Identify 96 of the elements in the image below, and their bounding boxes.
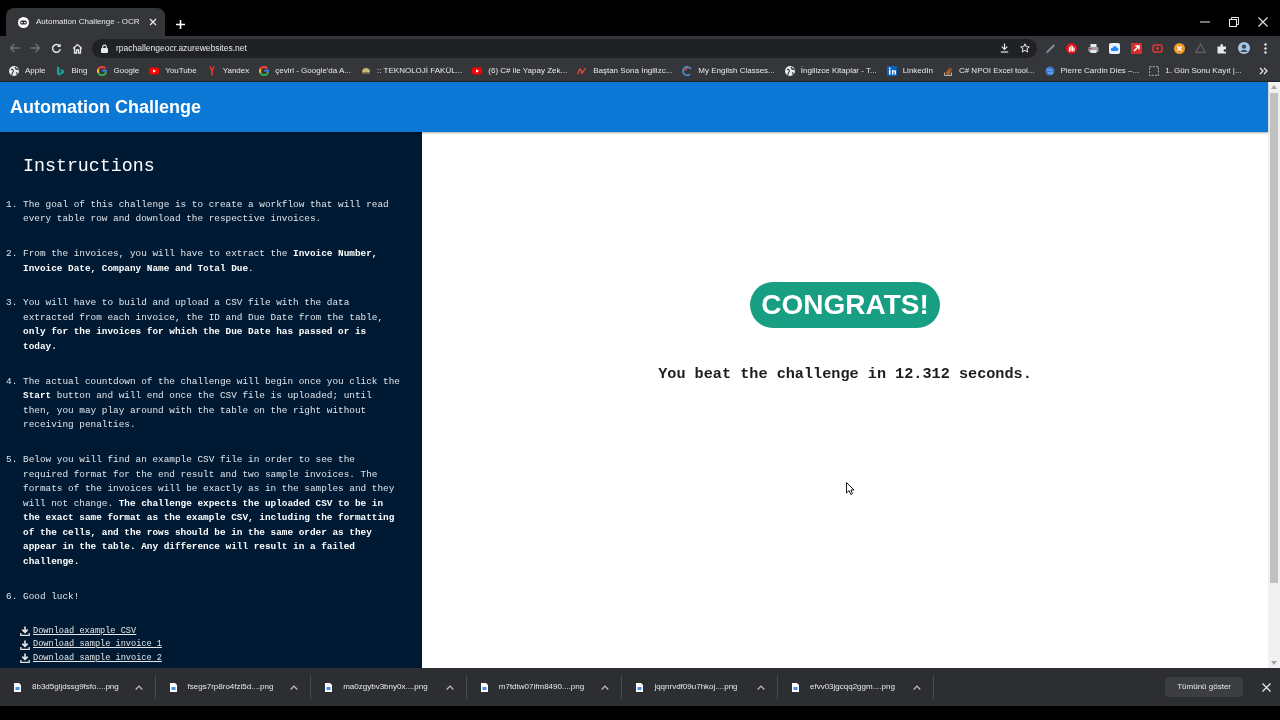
arrow-tile-icon[interactable] — [1130, 42, 1142, 54]
restore-icon[interactable] — [1229, 17, 1239, 27]
sphere-icon — [1044, 65, 1055, 76]
robot-icon — [18, 16, 29, 28]
result-message: You beat the challenge in 12.312 seconds. — [658, 365, 1032, 383]
address-bar[interactable]: rpachallengeocr.azurewebsites.net — [92, 38, 1037, 58]
download-link[interactable]: Download sample invoice 2 — [20, 651, 162, 666]
bookmark-link[interactable]: Pierre Cardin Dies –... — [1039, 60, 1145, 81]
bookmark-link[interactable]: 1. Gün Sonu Kayıt |... — [1144, 60, 1247, 81]
show-all-button[interactable]: Tümünü göster — [1165, 677, 1243, 697]
download-icon — [20, 639, 30, 650]
step-number: 3. — [6, 296, 19, 311]
file-icon — [325, 682, 333, 692]
browser-tab[interactable]: Automation Challenge - OCR — [6, 8, 165, 36]
play-icon — [149, 65, 160, 76]
globe-icon — [9, 65, 19, 76]
bookmark-link[interactable]: Google — [92, 60, 145, 81]
bookmark-link[interactable]: Baştan Sona İngilizc... — [572, 60, 678, 81]
globe-icon — [784, 65, 795, 76]
dome-icon — [361, 65, 372, 76]
square-icon — [1149, 65, 1160, 76]
download-item[interactable]: ma0zgybv3bny0x....png — [325, 681, 428, 693]
close-icon[interactable] — [149, 18, 157, 26]
caret-up-icon[interactable] — [445, 684, 454, 690]
menu-icon[interactable] — [1263, 42, 1267, 54]
puzzle-icon[interactable] — [1216, 42, 1228, 54]
download-item[interactable]: jqqnrvdf09u7hkoj....png — [636, 681, 738, 693]
file-icon — [169, 682, 177, 692]
double-chevron-icon[interactable] — [1259, 66, 1268, 75]
instruction-text: Below you will find an example CSV file in order to see the required format for the end result and two sample invoices. The formats of the invoices will be exactly as in the samples and they will not change. The challenge expects the uploaded CSV to be in the exact same format as the example CSV, including the formatting of the cells, and the rows should be in the same order as they appear in the table. Any difference will result in a failed challenge. — [23, 453, 396, 569]
cursor-icon — [846, 482, 855, 495]
reload-icon[interactable] — [51, 42, 62, 54]
ribbon-logo-icon — [55, 65, 66, 76]
instruction-text: Good luck! — [23, 589, 81, 604]
file-icon — [636, 682, 644, 692]
instructions-heading: Instructions — [23, 155, 156, 177]
bookmark-link[interactable]: Yandex — [201, 60, 255, 81]
step-number: 1. — [6, 197, 19, 212]
file-icon — [791, 682, 799, 692]
step-number: 6. — [6, 589, 19, 604]
instruction-text: From the invoices, you will have to extract the Invoice Number, Invoice Date, Company Name and Total Due. — [23, 247, 379, 276]
bookmark-link[interactable]: çeviri - Google'da A... — [254, 60, 357, 81]
stack-logo-icon — [942, 65, 953, 76]
download-link[interactable]: Download example CSV — [20, 624, 137, 639]
app-title: Automation Challenge — [9, 95, 201, 119]
ring-logo-icon — [259, 65, 270, 76]
download-icon — [20, 653, 30, 664]
bookmark-link[interactable]: LinkedIn — [881, 60, 938, 81]
instruction-text: You will have to build and upload a CSV file with the data extracted from each invoice, the ID and Due Date from the table, only for the invoices for which the Due Date has passed or is today. — [23, 296, 385, 354]
play-icon — [472, 65, 483, 76]
download-item[interactable]: efvv03jgcqq2ggm....png — [791, 681, 895, 693]
printer-icon[interactable] — [1087, 42, 1099, 54]
bookmark-link[interactable]: My English Classes... — [677, 60, 780, 81]
bookmark-link[interactable]: :: TEKNOLOJİ FAKÜL... — [356, 60, 468, 81]
scrollbar-thumb[interactable] — [1270, 93, 1278, 583]
download-icon[interactable] — [999, 43, 1009, 53]
caret-up-icon[interactable] — [912, 684, 921, 690]
bookmark-link[interactable]: Bing — [50, 60, 93, 81]
pen-icon[interactable] — [1044, 42, 1056, 54]
close-icon[interactable] — [1258, 17, 1268, 27]
instruction-text: The goal of this challenge is to create a workflow that will read every table row and download the respective invoices. — [23, 197, 390, 227]
caret-up-icon[interactable] — [756, 684, 765, 690]
download-item[interactable]: m7tdtw07ifm8490....png — [480, 681, 585, 693]
curl-logo-icon — [577, 65, 588, 76]
congrats-banner: CONGRATS! — [750, 282, 940, 328]
file-icon — [480, 682, 488, 692]
home-icon[interactable] — [72, 42, 83, 54]
download-icon — [20, 626, 30, 637]
star-icon[interactable] — [1020, 43, 1030, 53]
bookmark-link[interactable]: İngilizce Kitaplar - T... — [779, 60, 882, 81]
ring-logo-icon — [97, 65, 108, 76]
hand-stop-icon[interactable] — [1066, 42, 1078, 54]
bookmark-link[interactable]: Apple — [4, 60, 51, 81]
download-item[interactable]: 8b3d5gljdssg9fsfo....png — [14, 681, 119, 693]
step-number: 2. — [6, 247, 19, 262]
instruction-text: The actual countdown of the challenge will begin once you click the Start button and will end once the CSV file is uploaded; until then, you may play around with the table on the right without receiving penalties. — [23, 374, 401, 433]
bookmark-link[interactable]: (6) C# ile Yapay Zek... — [467, 60, 573, 81]
step-number: 4. — [6, 374, 19, 389]
download-link[interactable]: Download sample invoice 1 — [20, 638, 162, 652]
cross-circle-icon[interactable] — [1173, 42, 1185, 54]
caret-up-icon[interactable] — [601, 684, 610, 690]
avatar-icon[interactable] — [1237, 42, 1250, 54]
logo-icon[interactable] — [1152, 42, 1164, 54]
step-number: 5. — [6, 453, 19, 468]
tile-logo-icon — [886, 65, 897, 76]
download-item[interactable]: fsegs7rp8ro4fzi5d....png — [169, 681, 274, 693]
file-icon — [14, 682, 21, 692]
bookmark-link[interactable]: C# NPOI Excel tool... — [937, 60, 1040, 81]
cloud-icon[interactable] — [1109, 42, 1121, 54]
caret-up-icon[interactable] — [290, 684, 299, 690]
plus-icon[interactable] — [176, 20, 185, 29]
bookmark-link[interactable]: YouTube — [144, 60, 202, 81]
lock-icon — [101, 43, 108, 53]
caret-up-icon[interactable] — [134, 684, 143, 690]
close-icon[interactable] — [1262, 682, 1271, 692]
swirl-logo-icon — [682, 65, 693, 76]
